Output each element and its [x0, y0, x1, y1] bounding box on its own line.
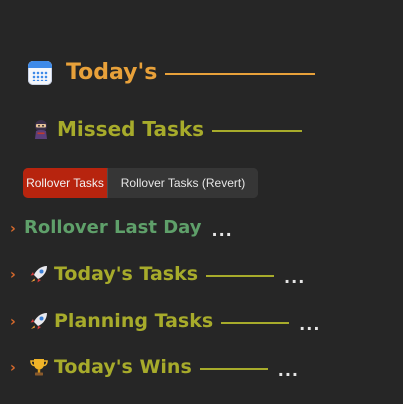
section-planning-tasks[interactable]: Planning Tasks ...	[28, 310, 320, 334]
section-title: Planning Tasks	[54, 310, 214, 332]
section-title: Rollover Last Day	[24, 217, 202, 238]
rollover-button-group: Rollover Tasks Rollover Tasks (Revert)	[23, 168, 258, 198]
heading-title: Today's	[66, 60, 158, 85]
heading-todays: Today's	[28, 60, 316, 85]
section-todays-tasks[interactable]: Today's Tasks ...	[28, 263, 305, 287]
trophy-icon	[28, 356, 50, 378]
heading-rule	[165, 73, 316, 75]
more-icon[interactable]: ...	[278, 361, 299, 380]
rocket-icon	[28, 310, 50, 332]
rocket-icon	[28, 263, 50, 285]
more-icon[interactable]: ...	[284, 268, 305, 287]
rollover-tasks-button[interactable]: Rollover Tasks	[23, 168, 107, 198]
section-title: Today's Wins	[54, 356, 192, 378]
ninja-icon	[31, 119, 51, 139]
section-rollover-last-day[interactable]: Rollover Last Day ...	[24, 217, 233, 240]
chevron-right-icon[interactable]: ›	[10, 361, 16, 375]
chevron-right-icon[interactable]: ›	[10, 315, 16, 329]
calendar-icon	[28, 60, 52, 85]
chevron-right-icon[interactable]: ›	[10, 268, 16, 282]
more-icon[interactable]: ...	[212, 221, 233, 240]
section-rule	[221, 321, 290, 324]
more-icon[interactable]: ...	[299, 315, 320, 334]
section-todays-wins[interactable]: Today's Wins ...	[28, 356, 299, 380]
missed-tasks-title: Missed Tasks	[57, 117, 205, 141]
heading-missed-tasks: Missed Tasks	[31, 117, 303, 141]
section-title: Today's Tasks	[54, 263, 199, 285]
section-rule	[206, 274, 275, 277]
chevron-right-icon[interactable]: ›	[10, 222, 16, 236]
note-page: Today's Missed Tasks Rollover Tasks Roll…	[0, 0, 403, 404]
rollover-tasks-revert-button[interactable]: Rollover Tasks (Revert)	[107, 168, 258, 198]
section-rule	[199, 367, 268, 370]
missed-tasks-rule	[212, 129, 303, 132]
